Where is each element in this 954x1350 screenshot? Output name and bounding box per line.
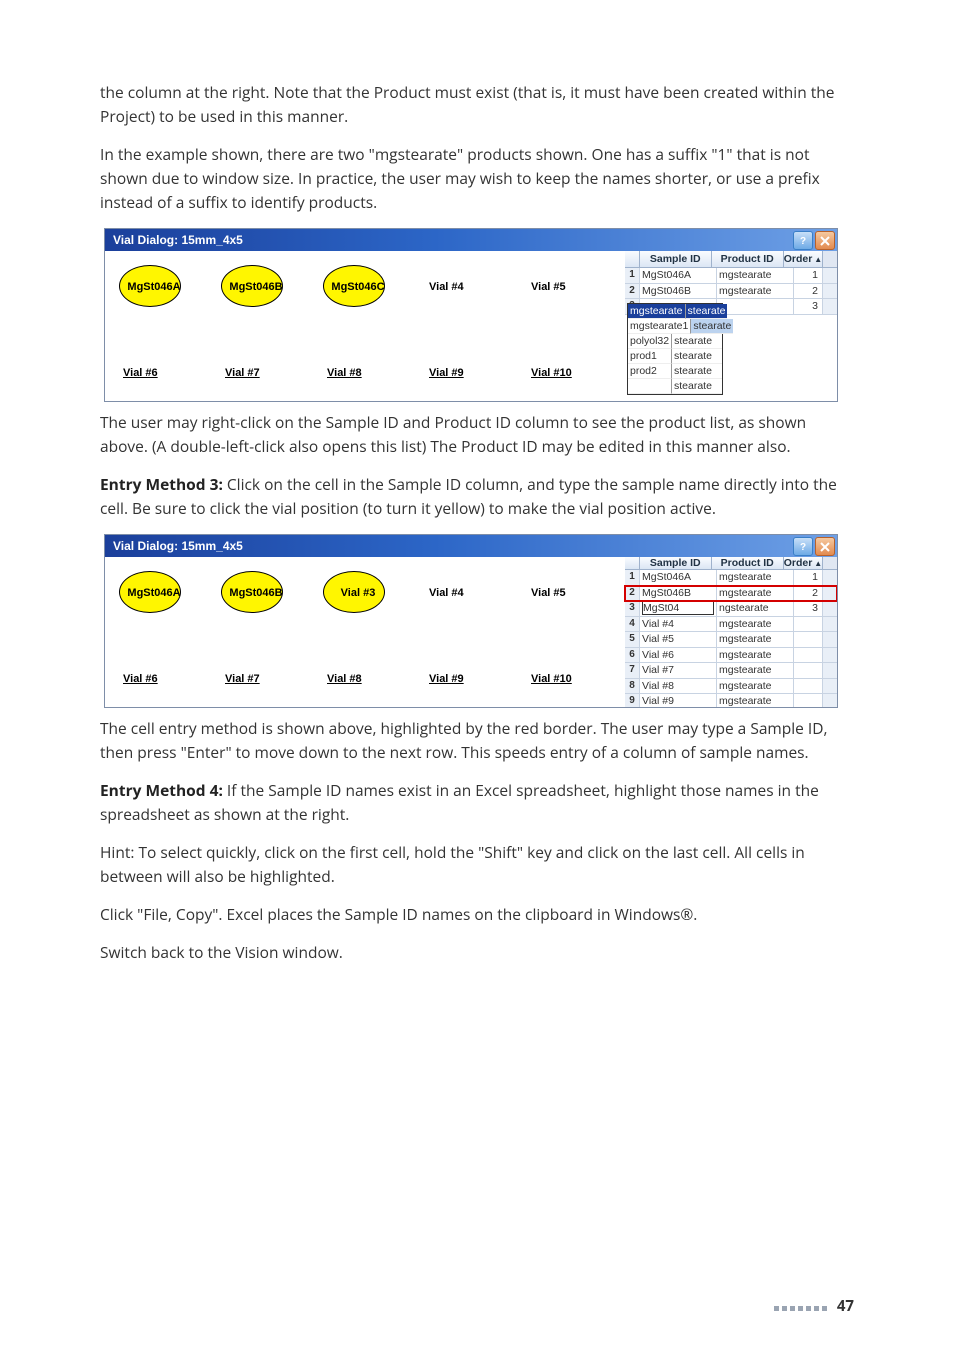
col-sample[interactable]: Sample ID xyxy=(640,251,712,267)
para-9: Switch back to the Vision window. xyxy=(100,940,854,964)
vial-label: Vial #9 xyxy=(429,661,491,685)
vial-slot[interactable]: Vial #5 xyxy=(531,269,593,293)
para-7: Hint: To select quickly, click on the fi… xyxy=(100,840,854,888)
vial-label: Vial #7 xyxy=(225,355,287,379)
table-row[interactable]: 3MgSt04ngstearate3 xyxy=(625,601,837,617)
product-dropdown[interactable]: mgstearatestearatemgstearate1stearatepol… xyxy=(627,303,723,395)
table-row[interactable]: 6Vial #6mgstearate xyxy=(625,648,837,664)
help-button[interactable]: ? xyxy=(793,537,813,556)
scroll-up-icon[interactable] xyxy=(823,557,837,569)
scroll-up-icon[interactable] xyxy=(823,251,837,267)
para-2: In the example shown, there are two "mgs… xyxy=(100,142,854,214)
vial-label: MgSt046C xyxy=(327,269,389,293)
svg-text:?: ? xyxy=(800,542,806,552)
para-8: Click "File, Copy". Excel places the Sam… xyxy=(100,902,854,926)
table-row[interactable]: 1MgSt046Amgstearate1 xyxy=(625,268,837,284)
vial-label: Vial #10 xyxy=(531,661,593,685)
col-order[interactable]: Order▲ xyxy=(784,557,824,569)
vial-slot[interactable]: Vial #9 xyxy=(429,661,491,685)
vial-label: Vial #9 xyxy=(429,355,491,379)
entry-method-4-label: Entry Method 4: xyxy=(100,779,223,801)
table-row[interactable]: 8Vial #8mgstearate xyxy=(625,679,837,695)
grid-header[interactable]: Sample ID Product ID Order▲ xyxy=(625,557,837,570)
vial-label: Vial #8 xyxy=(327,661,389,685)
para-3: The user may right-click on the Sample I… xyxy=(100,410,854,458)
vial-label: MgSt046A xyxy=(123,269,185,293)
vial-label: Vial #4 xyxy=(429,269,491,293)
vial-label: MgSt046B xyxy=(225,269,287,293)
para-1: the column at the right. Note that the P… xyxy=(100,80,854,128)
vial-slot[interactable]: Vial #9 xyxy=(429,355,491,379)
vial-slot[interactable]: MgSt046A xyxy=(123,575,185,599)
vial-pane[interactable]: MgSt046A MgSt046B Vial #3 Vial #4 Vial #5 Vi… xyxy=(105,557,625,707)
dialog-title: Vial Dialog: 15mm_4x5 xyxy=(113,539,243,553)
page-number: 47 xyxy=(837,1296,854,1316)
vial-label: MgSt046A xyxy=(123,575,185,599)
para-method4: Entry Method 4: If the Sample ID names e… xyxy=(100,778,854,826)
vial-label: Vial #8 xyxy=(327,355,389,379)
vial-slot[interactable]: MgSt046B xyxy=(225,269,287,293)
dropdown-item[interactable]: prod2stearate xyxy=(628,364,722,379)
vial-slot[interactable]: Vial #8 xyxy=(327,355,389,379)
svg-text:?: ? xyxy=(800,236,806,246)
para-method3: Entry Method 3: Click on the cell in the… xyxy=(100,472,854,520)
vial-slot[interactable]: Vial #3 xyxy=(327,575,389,599)
vial-slot[interactable]: Vial #4 xyxy=(429,575,491,599)
vial-slot[interactable]: Vial #8 xyxy=(327,661,389,685)
vial-slot[interactable]: MgSt046B xyxy=(225,575,287,599)
vial-label: Vial #5 xyxy=(531,575,593,599)
vial-label: Vial #10 xyxy=(531,355,593,379)
grid-pane[interactable]: Sample ID Product ID Order▲ 1MgSt046Amgs… xyxy=(625,557,837,707)
vial-pane[interactable]: MgSt046A MgSt046B MgSt046C Vial #4 Vial #5 V… xyxy=(105,251,625,401)
col-sample[interactable]: Sample ID xyxy=(640,557,712,569)
table-row[interactable]: 2MgSt046Bmgstearate2 xyxy=(625,586,837,602)
vial-slot[interactable]: Vial #10 xyxy=(531,661,593,685)
vial-dialog-fig2: Vial Dialog: 15mm_4x5 ? MgSt046A MgSt046B… xyxy=(104,534,838,708)
footer-dots-icon xyxy=(771,1297,827,1316)
page-footer: 47 xyxy=(771,1296,854,1316)
table-row[interactable]: 2MgSt046Bmgstearate2 xyxy=(625,284,837,300)
vial-slot[interactable]: MgSt046A xyxy=(123,269,185,293)
vial-slot[interactable]: MgSt046C xyxy=(327,269,389,293)
dialog-titlebar[interactable]: Vial Dialog: 15mm_4x5 ? xyxy=(105,229,837,251)
table-row[interactable]: 1MgSt046Amgstearate1 xyxy=(625,570,837,586)
dropdown-item[interactable]: polyol32stearate xyxy=(628,334,722,349)
col-product[interactable]: Product ID xyxy=(712,557,784,569)
dropdown-item[interactable]: mgstearatestearate xyxy=(628,304,722,319)
grid-header[interactable]: Sample ID Product ID Order▲ xyxy=(625,251,837,268)
table-row[interactable]: 5Vial #5mgstearate xyxy=(625,632,837,648)
vial-dialog-fig1: Vial Dialog: 15mm_4x5 ? MgSt046A MgSt046B… xyxy=(104,228,838,402)
vial-slot[interactable]: Vial #5 xyxy=(531,575,593,599)
table-row[interactable]: 9Vial #9mgstearate xyxy=(625,694,837,707)
dropdown-item[interactable]: stearate xyxy=(628,379,722,394)
close-button[interactable] xyxy=(815,231,835,250)
vial-label: Vial #6 xyxy=(123,355,185,379)
table-row[interactable]: 4Vial #4mgstearate xyxy=(625,617,837,633)
entry-method-3-label: Entry Method 3: xyxy=(100,473,223,495)
vial-slot[interactable]: Vial #6 xyxy=(123,355,185,379)
table-row[interactable]: 7Vial #7mgstearate xyxy=(625,663,837,679)
vial-label: Vial #3 xyxy=(327,575,389,599)
vial-slot[interactable]: Vial #4 xyxy=(429,269,491,293)
vial-slot[interactable]: Vial #6 xyxy=(123,661,185,685)
vial-label: Vial #6 xyxy=(123,661,185,685)
dropdown-item[interactable]: prod1stearate xyxy=(628,349,722,364)
vial-label: MgSt046B xyxy=(225,575,287,599)
vial-label: Vial #7 xyxy=(225,661,287,685)
vial-slot[interactable]: Vial #7 xyxy=(225,661,287,685)
dialog-title: Vial Dialog: 15mm_4x5 xyxy=(113,233,243,247)
close-button[interactable] xyxy=(815,537,835,556)
para-5: The cell entry method is shown above, hi… xyxy=(100,716,854,764)
vial-slot[interactable]: Vial #7 xyxy=(225,355,287,379)
help-button[interactable]: ? xyxy=(793,231,813,250)
vial-label: Vial #5 xyxy=(531,269,593,293)
sample-id-input[interactable]: MgSt04 xyxy=(642,601,714,615)
col-order[interactable]: Order▲ xyxy=(784,251,824,267)
vial-slot[interactable]: Vial #10 xyxy=(531,355,593,379)
vial-label: Vial #4 xyxy=(429,575,491,599)
col-product[interactable]: Product ID xyxy=(712,251,784,267)
dialog-titlebar[interactable]: Vial Dialog: 15mm_4x5 ? xyxy=(105,535,837,557)
dropdown-item[interactable]: mgstearate1stearate xyxy=(628,319,722,334)
